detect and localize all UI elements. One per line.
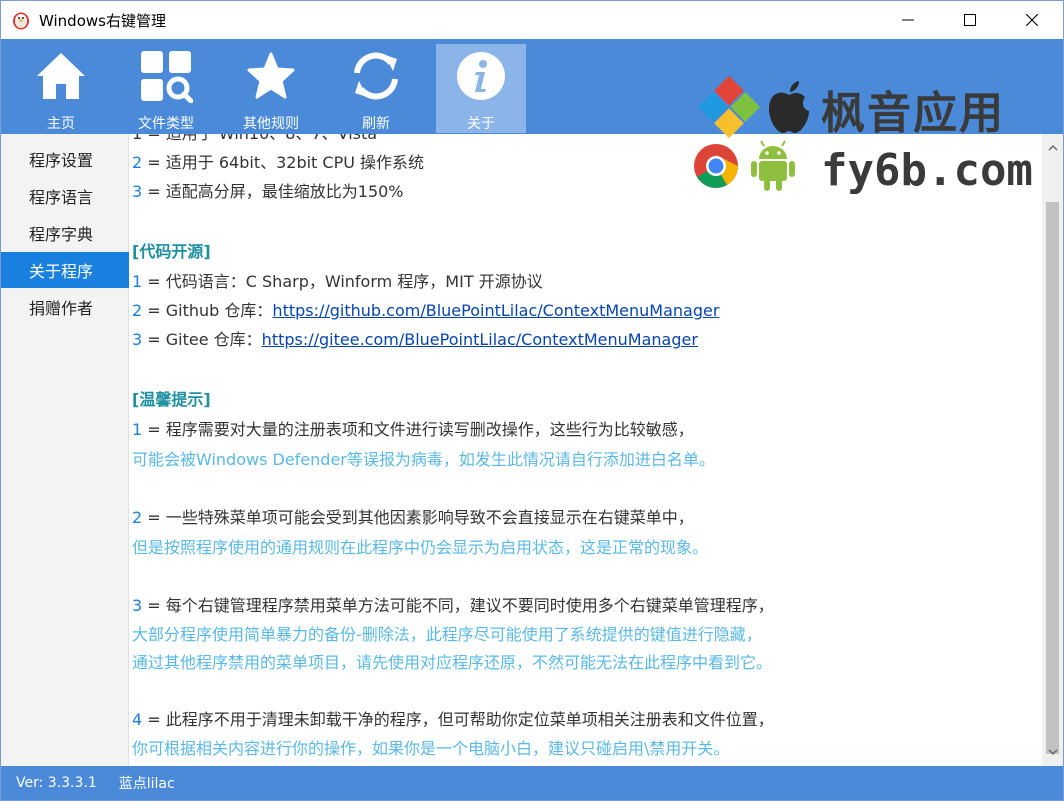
sidebar-item-about[interactable]: 关于程序	[1, 252, 129, 288]
tip-subline: 通过其他程序禁用的菜单项目，请先使用对应程序还原，不然可能无法在此程序中看到它。	[132, 653, 773, 672]
line-number: 3	[132, 182, 143, 201]
close-icon	[1026, 14, 1038, 26]
toolbar-label: 主页	[47, 116, 75, 132]
toolbar-other-rules-button[interactable]: 其他规则	[226, 44, 316, 133]
line-number: 2	[132, 508, 143, 527]
line-text: = 一些特殊菜单项可能会受到其他因素影响导致不会直接显示在右键菜单中，	[142, 508, 694, 527]
about-content: 1 = 适用于 Win10、8、7、Vista 2 = 适用于 64bit、32…	[130, 134, 1042, 766]
tip-subline: 可能会被Windows Defender等误报为病毒，如发生此情况请自行添加进白…	[132, 450, 715, 469]
toolbar-label: 刷新	[362, 116, 390, 132]
sidebar-item-language[interactable]: 程序语言	[1, 178, 129, 214]
toolbar-filetypes-button[interactable]: 文件类型	[121, 44, 211, 133]
tips-heading: [温馨提示]	[132, 390, 211, 409]
android-logo-icon	[751, 140, 795, 191]
sidebar-item-donate[interactable]: 捐赠作者	[1, 289, 129, 325]
line-text: = 适用于 64bit、32bit CPU 操作系统	[142, 153, 425, 172]
chrome-logo-icon	[694, 144, 738, 188]
sidebar: 程序设置 程序语言 程序字典 关于程序 捐赠作者	[1, 134, 129, 766]
author-text: 蓝点lilac	[118, 776, 175, 792]
minimize-button[interactable]	[877, 1, 939, 39]
line-number: 4	[132, 710, 143, 729]
window-controls	[877, 1, 1063, 39]
watermark-en: fy6b.com	[821, 145, 1033, 196]
chevron-down-icon	[1048, 749, 1057, 755]
maximize-icon	[964, 14, 976, 26]
windows-logo-icon	[697, 75, 761, 139]
toolbar-label: 文件类型	[138, 116, 194, 132]
info-icon	[457, 52, 505, 100]
line-number: 1	[132, 272, 143, 291]
compat-line: 3 = 适配高分屏，最佳缩放比为150%	[132, 182, 404, 202]
version-text: Ver: 3.3.3.1	[16, 775, 97, 791]
scroll-thumb[interactable]	[1046, 202, 1059, 754]
vertical-scrollbar[interactable]	[1042, 134, 1063, 766]
maximize-button[interactable]	[939, 1, 1001, 39]
tip-subline: 但是按照程序使用的通用规则在此程序中仍会显示为启用状态，这是正常的现象。	[132, 538, 709, 557]
toolbar-about-button[interactable]: 关于	[436, 44, 526, 133]
app-window: Windows右键管理 主页 文件类型 其他规则 刷新 关于 程序设置 程序语言…	[0, 0, 1064, 801]
home-icon	[37, 53, 85, 99]
line-number: 2	[132, 153, 143, 172]
tip-line: 2 = 一些特殊菜单项可能会受到其他因素影响导致不会直接显示在右键菜单中，	[132, 508, 694, 528]
toolbar-label: 其他规则	[243, 116, 299, 132]
line-text: = 此程序不用于清理未卸载干净的程序，但可帮助你定位菜单项相关注册表和文件位置，	[142, 710, 774, 729]
opensource-heading: [代码开源]	[132, 242, 211, 261]
line-text: = 程序需要对大量的注册表项和文件进行读写删改操作，这些行为比较敏感，	[142, 420, 694, 439]
penguin-app-icon	[13, 12, 29, 30]
line-number: 1	[132, 420, 143, 439]
watermark: 枫音应用 fy6b.com	[693, 71, 1053, 201]
line-number: 2	[132, 301, 143, 320]
window-title: Windows右键管理	[39, 11, 166, 30]
tip-line: 3 = 每个右键管理程序禁用菜单方法可能不同，建议不要同时使用多个右键菜单管理程…	[132, 596, 774, 616]
tip-subline: 大部分程序使用简单暴力的备份-删除法，此程序尽可能使用了系统提供的键值进行隐藏，	[132, 625, 762, 644]
compat-line: 2 = 适用于 64bit、32bit CPU 操作系统	[132, 153, 424, 173]
toolbar-refresh-button[interactable]: 刷新	[331, 44, 421, 133]
tip-line: 4 = 此程序不用于清理未卸载干净的程序，但可帮助你定位菜单项相关注册表和文件位…	[132, 710, 774, 730]
status-bar: Ver: 3.3.3.1 蓝点lilac	[1, 766, 1063, 800]
gitee-link[interactable]: https://gitee.com/BluePointLilac/Context…	[262, 330, 698, 349]
scroll-down-button[interactable]	[1042, 742, 1063, 762]
apple-logo-icon	[769, 81, 809, 133]
tip-subline: 你可根据相关内容进行你的操作，如果你是一个电脑小白，建议只碰启用\禁用开关。	[132, 739, 730, 758]
compat-line-partial: 1 = 适用于 Win10、8、7、Vista	[132, 134, 377, 144]
line-text: = 每个右键管理程序禁用菜单方法可能不同，建议不要同时使用多个右键菜单管理程序，	[142, 596, 774, 615]
toolbar-home-button[interactable]: 主页	[16, 44, 106, 133]
line-text: = 适配高分屏，最佳缩放比为150%	[142, 182, 404, 201]
line-text: = Gitee 仓库：	[142, 330, 262, 349]
line-number: 3	[132, 330, 143, 349]
opensource-line: 3 = Gitee 仓库：https://gitee.com/BluePoint…	[132, 330, 698, 350]
opensource-line: 2 = Github 仓库：https://github.com/BluePoi…	[132, 301, 719, 321]
sidebar-item-settings[interactable]: 程序设置	[1, 141, 129, 177]
toolbar-label: 关于	[467, 116, 495, 132]
title-bar: Windows右键管理	[1, 1, 1063, 39]
refresh-icon	[354, 52, 398, 100]
line-text: = 代码语言：C Sharp，Winform 程序，MIT 开源协议	[142, 272, 543, 291]
opensource-line: 1 = 代码语言：C Sharp，Winform 程序，MIT 开源协议	[132, 272, 543, 292]
close-button[interactable]	[1001, 1, 1063, 39]
line-text: = Github 仓库：	[142, 301, 273, 320]
watermark-cn: 枫音应用	[821, 88, 1005, 139]
file-search-icon	[141, 51, 193, 103]
sidebar-item-dictionary[interactable]: 程序字典	[1, 215, 129, 251]
tip-line: 1 = 程序需要对大量的注册表项和文件进行读写删改操作，这些行为比较敏感，	[132, 420, 694, 440]
github-link[interactable]: https://github.com/BluePointLilac/Contex…	[272, 301, 719, 320]
star-icon	[247, 52, 295, 99]
line-number: 3	[132, 596, 143, 615]
minimize-icon	[902, 19, 914, 21]
